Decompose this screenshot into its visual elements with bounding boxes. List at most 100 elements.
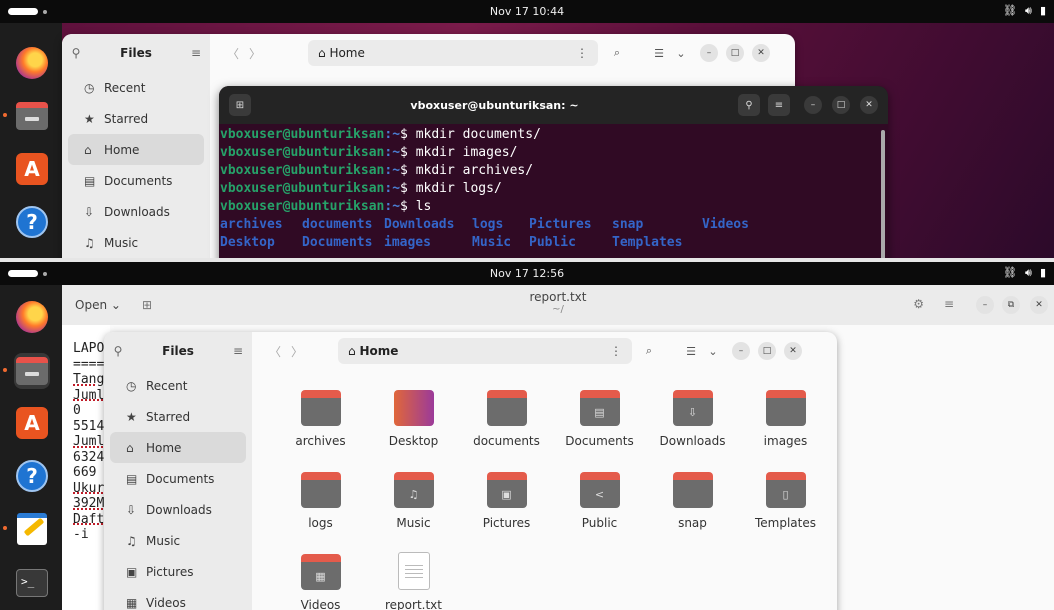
maximize-button[interactable]: □ [758, 342, 776, 360]
new-tab-button[interactable]: ⊞ [229, 94, 251, 116]
chevron-down-icon[interactable]: ⌄ [670, 47, 692, 60]
file-item-label: Templates [754, 516, 816, 530]
dock-firefox[interactable] [14, 45, 50, 81]
folder-icon: ▣ [486, 472, 527, 508]
chevron-down-icon[interactable]: ⌄ [702, 345, 724, 358]
sidebar-item-music[interactable]: ♫ Music [68, 227, 204, 258]
sidebar-item-starred[interactable]: ★ Starred [68, 103, 204, 134]
file-item-label: Public [581, 516, 618, 530]
prompt-symbol: $ [400, 145, 416, 160]
battery-icon: ▮ [1039, 266, 1046, 279]
search-button[interactable]: ⚲ [738, 94, 760, 116]
system-tray[interactable]: ⛓ 🔊︎ ▮ [1003, 4, 1046, 18]
search-icon[interactable]: ⌕ [638, 344, 660, 358]
sidebar-item-recent[interactable]: ◷ Recent [110, 370, 246, 401]
ls-entry: Documents [302, 235, 373, 250]
sidebar-item-label: Home [104, 142, 140, 157]
view-list-icon[interactable]: ☰ [680, 345, 702, 358]
dock-help[interactable]: ? [14, 458, 50, 494]
dock-firefox[interactable] [14, 299, 50, 335]
terminal-window[interactable]: ⊞ vboxuser@ubunturiksan: ~ ⚲ ≡ – □ ✕ vbo… [219, 86, 888, 258]
dock-app-center[interactable]: A [14, 151, 50, 187]
search-icon[interactable]: ⌕ [606, 46, 628, 60]
file-item-label: archives [295, 434, 346, 448]
view-list-icon[interactable]: ☰ [648, 47, 670, 60]
close-button[interactable]: ✕ [752, 44, 770, 62]
back-button[interactable]: 〈 [222, 45, 244, 62]
file-item-logs[interactable]: logs [274, 468, 367, 542]
file-item-archives[interactable]: archives [274, 386, 367, 460]
download-icon: ⇩ [126, 502, 137, 517]
firefox-icon [16, 301, 48, 333]
dock-help[interactable]: ? [14, 204, 50, 240]
menu-icon[interactable]: ≡ [944, 297, 954, 311]
clock[interactable]: Nov 17 10:44 [0, 5, 1054, 18]
file-item-downloads[interactable]: ⇩ Downloads [646, 386, 739, 460]
file-item-templates[interactable]: ▯ Templates [739, 468, 832, 542]
ls-output-row: Desktop Documents images Music Public Templat… [220, 234, 888, 252]
sidebar-title: Files [120, 46, 152, 60]
dock-files[interactable] [3, 353, 50, 389]
minimize-button[interactable]: – [976, 296, 994, 314]
sidebar-item-documents[interactable]: ▤ Documents [110, 463, 246, 494]
file-item-desktop[interactable]: Desktop [367, 386, 460, 460]
terminal-output[interactable]: vboxuser@ubunturiksan:~$ mkdir documents… [219, 124, 888, 252]
dock-terminal[interactable]: >_ [14, 565, 50, 601]
menu-icon[interactable]: ≡ [224, 344, 252, 358]
minimize-button[interactable]: – [732, 342, 750, 360]
maximize-button[interactable]: □ [726, 44, 744, 62]
sidebar-item-videos[interactable]: ▦ Videos [110, 587, 246, 610]
file-item-public[interactable]: < Public [553, 468, 646, 542]
close-button[interactable]: ✕ [860, 96, 878, 114]
close-button[interactable]: ✕ [1030, 296, 1048, 314]
files-sidebar: ⚲ Files ≡ ◷ Recent ★ Starred ⌂ Home ▤ Documents… [62, 34, 210, 258]
sidebar-item-pictures[interactable]: ▣ Pictures [110, 556, 246, 587]
sidebar-item-recent[interactable]: ◷ Recent [68, 72, 204, 103]
text-editor-content[interactable]: LAPO ==== Tang Juml 0 5514 Juml 6324 669 Ukur 392M… [62, 325, 110, 610]
sidebar-item-starred[interactable]: ★ Starred [110, 401, 246, 432]
path-bar[interactable]: ⌂ Home ⋮ [338, 338, 632, 364]
menu-icon[interactable]: ≡ [182, 46, 210, 60]
sidebar-item-downloads[interactable]: ⇩ Downloads [110, 494, 246, 525]
minimize-button[interactable]: – [804, 96, 822, 114]
system-tray[interactable]: ⛓ 🔊︎ ▮ [1003, 266, 1046, 280]
dock-text-editor[interactable] [3, 511, 50, 547]
back-button[interactable]: 〈 [264, 343, 286, 360]
terminal-scrollbar[interactable] [881, 130, 885, 258]
file-item-snap[interactable]: snap [646, 468, 739, 542]
desktop-folder-icon [393, 390, 434, 426]
menu-button[interactable]: ≡ [768, 94, 790, 116]
dock-app-center[interactable]: A [14, 405, 50, 441]
minimize-button[interactable]: – [700, 44, 718, 62]
sidebar-item-home[interactable]: ⌂ Home [110, 432, 246, 463]
settings-icon[interactable]: ⚙ [913, 297, 924, 311]
path-menu-icon[interactable]: ⋮ [610, 344, 622, 358]
file-item-label: documents [473, 434, 540, 448]
sidebar-item-home[interactable]: ⌂ Home [68, 134, 204, 165]
sidebar-item-label: Recent [104, 80, 146, 95]
clock[interactable]: Nov 17 12:56 [0, 267, 1054, 280]
file-item-music[interactable]: ♫ Music [367, 468, 460, 542]
path-menu-icon[interactable]: ⋮ [576, 46, 588, 60]
path-bar[interactable]: ⌂ Home ⋮ [308, 40, 598, 66]
volume-icon: 🔊︎ [1025, 4, 1032, 17]
file-item-videos[interactable]: ▦ Videos [274, 550, 367, 610]
forward-button[interactable]: 〉 [244, 45, 266, 62]
text-editor-icon [17, 513, 47, 545]
sidebar-item-downloads[interactable]: ⇩ Downloads [68, 196, 204, 227]
restore-button[interactable]: ⧉ [1002, 296, 1020, 314]
files-window: ⚲ Files ≡ ◷ Recent ★ Starred ⌂ Home ▤ Documents… [104, 332, 837, 610]
file-item-pictures[interactable]: ▣ Pictures [460, 468, 553, 542]
search-icon[interactable]: ⚲ [104, 344, 132, 358]
file-item-documents[interactable]: documents [460, 386, 553, 460]
file-item-report-txt[interactable]: report.txt [367, 550, 460, 610]
dock-files[interactable] [3, 98, 50, 134]
search-icon[interactable]: ⚲ [62, 46, 90, 60]
close-button[interactable]: ✕ [784, 342, 802, 360]
sidebar-item-music[interactable]: ♫ Music [110, 525, 246, 556]
file-item-documents[interactable]: ▤ Documents [553, 386, 646, 460]
forward-button[interactable]: 〉 [286, 343, 308, 360]
sidebar-item-documents[interactable]: ▤ Documents [68, 165, 204, 196]
file-item-images[interactable]: images [739, 386, 832, 460]
maximize-button[interactable]: □ [832, 96, 850, 114]
